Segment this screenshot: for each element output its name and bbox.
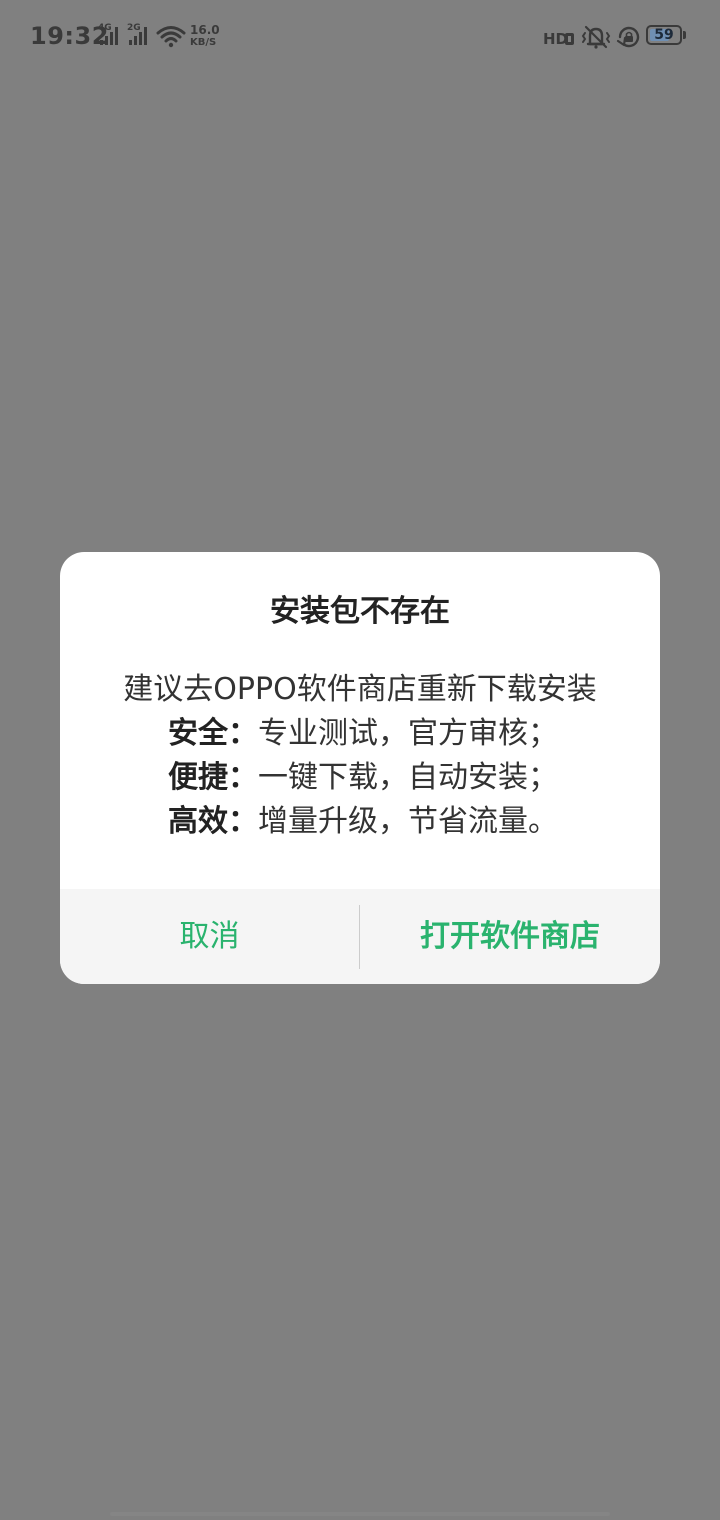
install-package-missing-dialog: 安装包不存在 建议去OPPO软件商店重新下载安装 安全：专业测试，官方审核； 便… bbox=[60, 552, 660, 984]
wifi-icon bbox=[156, 24, 186, 48]
battery-level: 59 bbox=[654, 27, 674, 43]
feature-line-safe: 安全：专业测试，官方审核； bbox=[168, 712, 558, 756]
status-bar: 19:32 4G 2G 16.0 KB/S HD 59 bbox=[0, 0, 720, 74]
open-app-store-button[interactable]: 打开软件商店 bbox=[360, 889, 660, 984]
vibrate-icon bbox=[580, 24, 612, 50]
feature-text: 专业测试，官方审核； bbox=[258, 716, 558, 751]
network-speed: 16.0 KB/S bbox=[190, 24, 222, 49]
battery-tip bbox=[683, 31, 686, 39]
home-indicator[interactable] bbox=[110, 1512, 610, 1516]
dialog-actions: 取消 打开软件商店 bbox=[60, 889, 660, 984]
feature-text: 增量升级，节省流量。 bbox=[258, 804, 558, 839]
battery-icon: 59 bbox=[646, 25, 682, 45]
dialog-intro-text: 建议去OPPO软件商店重新下载安装 bbox=[123, 672, 597, 707]
network-speed-unit: KB/S bbox=[190, 37, 217, 48]
hd-voice-label: HD bbox=[543, 30, 568, 48]
signal-2g-icon: 2G bbox=[127, 24, 153, 48]
dialog-title: 安装包不存在 bbox=[270, 594, 450, 629]
hd-voice-icon: HD bbox=[542, 24, 576, 50]
feature-text: 一键下载，自动安装； bbox=[258, 760, 558, 795]
signal-4g-icon: 4G bbox=[98, 24, 124, 48]
network-speed-value: 16.0 bbox=[190, 23, 220, 37]
feature-line-efficient: 高效：增量升级，节省流量。 bbox=[168, 800, 558, 844]
feature-label: 便捷： bbox=[168, 760, 258, 795]
rotation-lock-icon bbox=[616, 24, 642, 50]
feature-line-convenient: 便捷：一键下载，自动安装； bbox=[168, 756, 558, 800]
feature-label: 安全： bbox=[168, 716, 258, 751]
feature-label: 高效： bbox=[168, 804, 258, 839]
cancel-button[interactable]: 取消 bbox=[60, 889, 359, 984]
